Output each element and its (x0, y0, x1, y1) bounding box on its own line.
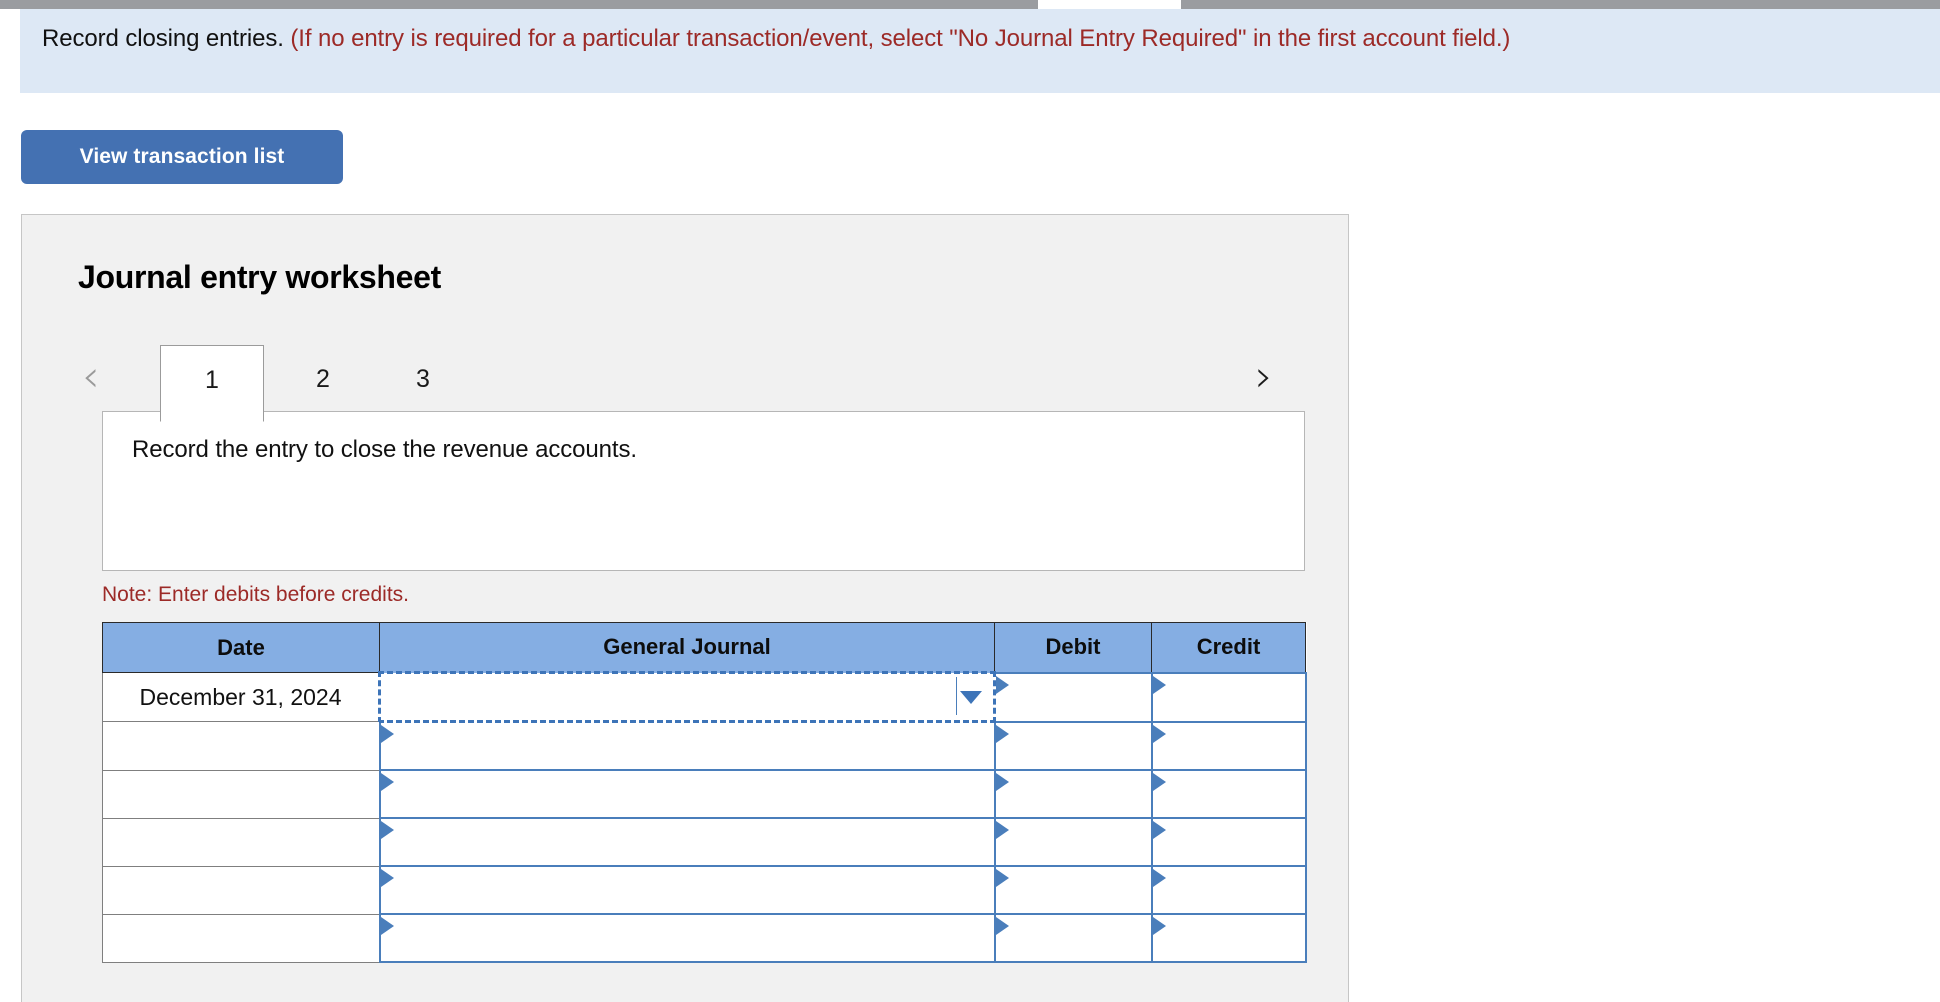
cell-marker-icon (1152, 724, 1166, 743)
cell-marker-icon (995, 869, 1009, 887)
cell-debit-1[interactable] (993, 671, 1153, 723)
table-row (102, 913, 1307, 963)
cell-credit-3[interactable] (1150, 769, 1307, 819)
debits-before-credits-note: Note: Enter debits before credits. (102, 583, 409, 606)
worksheet-tabstrip: ‹ 1 2 3 › (78, 335, 1306, 422)
instruction-detail: (If no entry is required for a particula… (290, 25, 1511, 52)
cell-marker-icon (1152, 917, 1166, 935)
worksheet-description-text: Record the entry to close the revenue ac… (132, 436, 637, 463)
cell-marker-icon (995, 917, 1009, 935)
cell-date-3[interactable] (102, 769, 380, 819)
cell-debit-2[interactable] (993, 720, 1153, 771)
column-header-debit: Debit (994, 622, 1152, 673)
cell-account-4[interactable] (378, 817, 996, 867)
table-row (102, 720, 1307, 771)
cell-date-5[interactable] (102, 865, 380, 915)
cell-marker-icon (995, 724, 1009, 743)
column-header-credit: Credit (1151, 622, 1306, 673)
table-header-row: Date General Journal Debit Credit (102, 622, 1306, 673)
view-transaction-list-button[interactable]: View transaction list (21, 130, 343, 184)
cell-account-dropdown-1[interactable] (378, 671, 996, 723)
chevron-left-icon[interactable]: ‹ (82, 355, 100, 399)
journal-entry-worksheet-panel: Journal entry worksheet ‹ 1 2 3 › Record… (21, 214, 1349, 1002)
chevron-down-icon[interactable] (960, 691, 982, 704)
cell-marker-icon (380, 869, 394, 887)
table-row: December 31, 2024 (102, 671, 1307, 723)
cell-marker-icon (1152, 869, 1166, 887)
cell-marker-icon (995, 773, 1009, 791)
cell-date-1[interactable]: December 31, 2024 (102, 672, 380, 722)
journal-entry-page: Record closing entries. (If no entry is … (0, 0, 1940, 1002)
cell-marker-icon (995, 821, 1009, 839)
instruction-banner: Record closing entries. (If no entry is … (20, 9, 1940, 93)
cell-marker-icon (1152, 773, 1166, 791)
scrollbar-thumb[interactable] (1038, 0, 1181, 9)
cell-marker-icon (1152, 821, 1166, 839)
cell-credit-2[interactable] (1150, 720, 1307, 771)
column-header-general-journal: General Journal (379, 622, 995, 673)
cell-account-3[interactable] (378, 769, 996, 819)
instruction-heading: Record closing entries. (42, 25, 284, 52)
cell-marker-icon (996, 675, 1009, 694)
horizontal-scrollbar[interactable] (0, 0, 1940, 9)
cell-debit-5[interactable] (993, 865, 1153, 915)
cell-date-2[interactable] (102, 721, 380, 771)
page-title: Journal entry worksheet (78, 259, 441, 295)
table-row (102, 817, 1307, 867)
cell-account-2[interactable] (378, 720, 996, 771)
cell-credit-6[interactable] (1150, 913, 1307, 963)
column-header-date: Date (102, 622, 380, 673)
chevron-right-icon[interactable]: › (1255, 355, 1273, 399)
cell-debit-3[interactable] (993, 769, 1153, 819)
instruction-banner-text: Record closing entries. (If no entry is … (42, 23, 1910, 55)
cell-marker-icon (380, 917, 394, 935)
journal-entry-table: Date General Journal Debit Credit Decemb… (102, 622, 1307, 963)
cell-marker-icon (380, 773, 394, 791)
cell-debit-6[interactable] (993, 913, 1153, 963)
cell-account-6[interactable] (378, 913, 996, 963)
cell-account-5[interactable] (378, 865, 996, 915)
tab-1[interactable]: 1 (160, 345, 264, 422)
cell-marker-icon (1152, 675, 1166, 694)
cell-credit-5[interactable] (1150, 865, 1307, 915)
cell-date-4[interactable] (102, 817, 380, 867)
cell-debit-4[interactable] (993, 817, 1153, 867)
dropdown-separator (956, 677, 957, 715)
cell-credit-1[interactable] (1150, 671, 1307, 723)
cell-marker-icon (380, 821, 394, 839)
cell-date-6[interactable] (102, 913, 380, 963)
cell-credit-4[interactable] (1150, 817, 1307, 867)
table-row (102, 865, 1307, 915)
table-row (102, 769, 1307, 819)
worksheet-description-box: Record the entry to close the revenue ac… (102, 411, 1305, 571)
cell-marker-icon (380, 725, 394, 743)
